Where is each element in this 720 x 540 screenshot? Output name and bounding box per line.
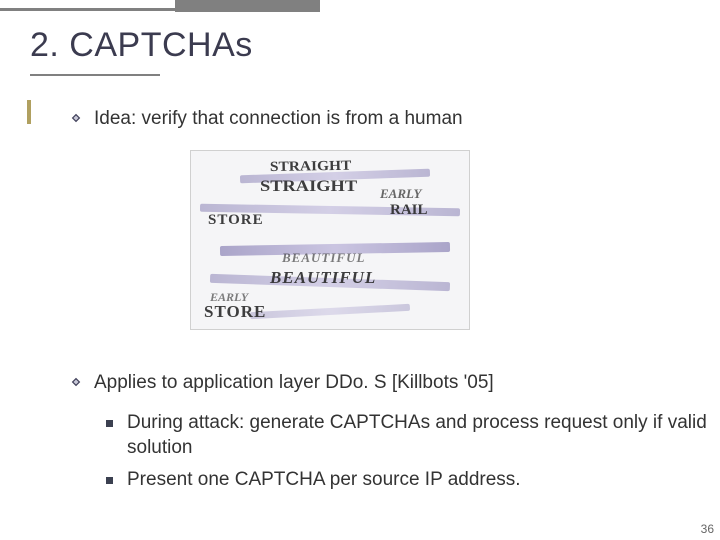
- header-rule-left: [0, 8, 175, 11]
- subbullet-during-attack: During attack: generate CAPTCHAs and pro…: [106, 410, 710, 461]
- captcha-inner: STRAIGHT STRAIGHT EARLY RAIL STORE BEAUT…: [190, 150, 470, 330]
- diamond-bullet-icon: [70, 376, 82, 388]
- square-bullet-icon: [106, 477, 113, 484]
- subbullet-text: Present one CAPTCHA per source IP addres…: [127, 467, 521, 493]
- captcha-word: STORE: [204, 302, 266, 322]
- bullet-idea: Idea: verify that connection is from a h…: [70, 106, 690, 132]
- captcha-word: BEAUTIFUL: [282, 250, 365, 266]
- title-accent-bar: [27, 100, 31, 124]
- captcha-image: STRAIGHT STRAIGHT EARLY RAIL STORE BEAUT…: [190, 150, 470, 330]
- title-underline: [30, 74, 160, 76]
- captcha-word: RAIL: [390, 202, 428, 219]
- subbullet-per-ip: Present one CAPTCHA per source IP addres…: [106, 467, 710, 493]
- captcha-word: BEAUTIFUL: [270, 268, 376, 288]
- captcha-word: STRAIGHT: [260, 178, 357, 196]
- bullet-applies: Applies to application layer DDo. S [Kil…: [70, 370, 710, 396]
- header-block: [175, 0, 320, 12]
- slide-number: 36: [701, 522, 714, 536]
- lower-bullets: Applies to application layer DDo. S [Kil…: [70, 370, 710, 499]
- square-bullet-icon: [106, 420, 113, 427]
- content-area: Idea: verify that connection is from a h…: [70, 106, 690, 146]
- bullet-applies-text: Applies to application layer DDo. S [Kil…: [94, 370, 494, 396]
- slide-title: 2. CAPTCHAs: [30, 26, 253, 65]
- subbullet-text: During attack: generate CAPTCHAs and pro…: [127, 410, 710, 461]
- bullet-idea-text: Idea: verify that connection is from a h…: [94, 106, 463, 132]
- captcha-word: STORE: [208, 212, 264, 229]
- diamond-bullet-icon: [70, 112, 82, 124]
- captcha-word: STRAIGHT: [270, 159, 352, 176]
- captcha-word: EARLY: [380, 186, 421, 202]
